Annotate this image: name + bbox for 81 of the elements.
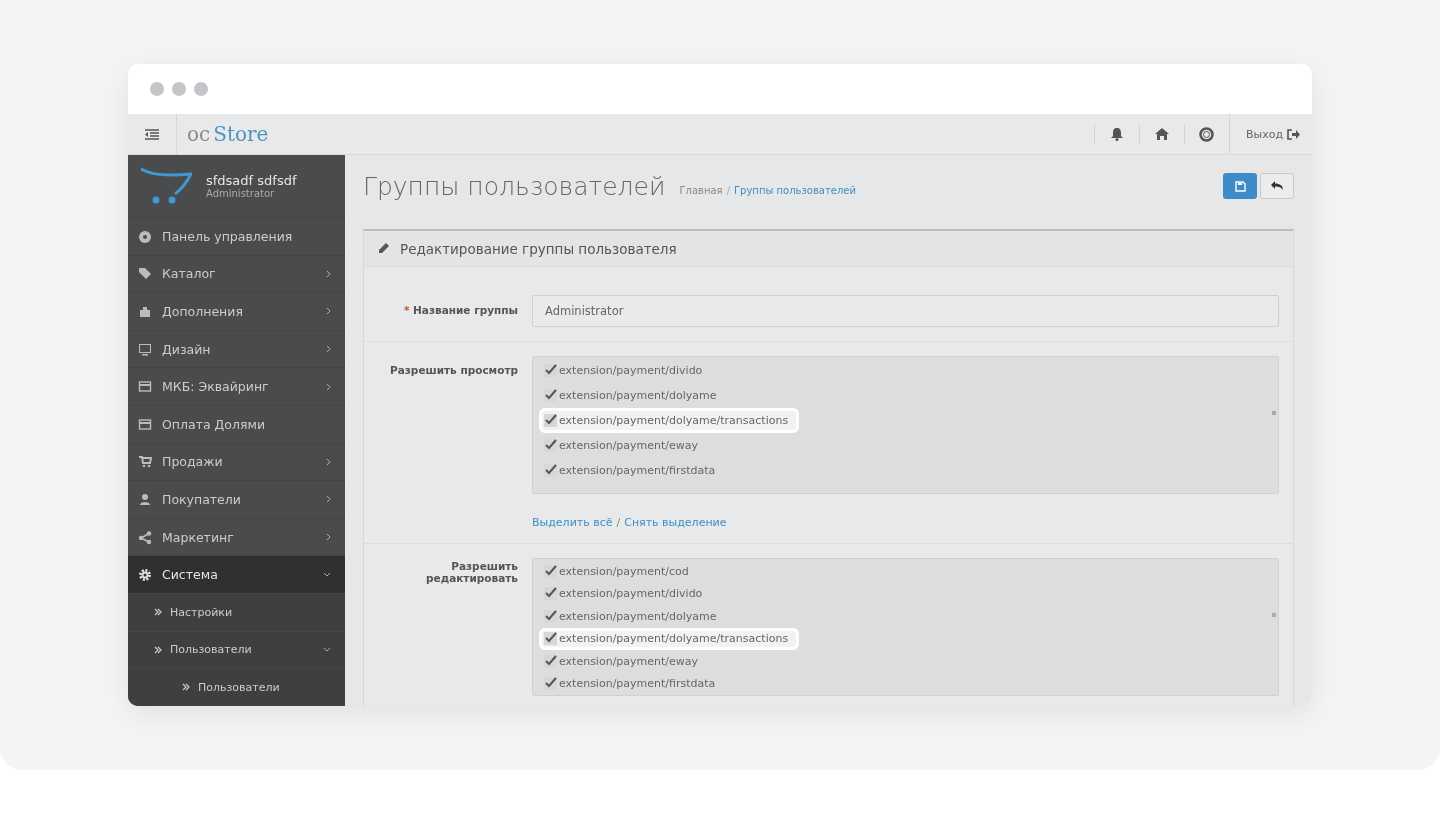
home-icon[interactable] — [1154, 128, 1169, 140]
field-label: Разрешить просмотр — [390, 364, 518, 376]
double-chevron-icon — [182, 683, 190, 692]
logout-link[interactable]: Выход — [1245, 127, 1283, 141]
window-control-dot[interactable] — [194, 82, 208, 96]
permission-option[interactable]: extension/payment/firstdata — [539, 672, 727, 695]
back-button[interactable] — [1260, 173, 1294, 199]
permission-option[interactable]: extension/payment/divido — [539, 358, 714, 383]
checkbox[interactable] — [544, 564, 557, 578]
chevron-down-icon — [323, 572, 331, 578]
chevron-right-icon — [326, 345, 331, 354]
credit-card-icon — [138, 379, 152, 395]
checkbox[interactable] — [544, 609, 557, 623]
permission-option[interactable]: extension/payment/firstdata — [539, 458, 727, 483]
cart-icon — [138, 454, 152, 470]
cart-logo-icon — [140, 167, 192, 205]
checkbox[interactable] — [544, 587, 557, 601]
sidebar-item[interactable]: Настройки — [128, 593, 345, 632]
select-link[interactable]: Выделить всё — [532, 516, 613, 529]
sidebar-item[interactable]: Система — [128, 556, 345, 594]
logo-text[interactable]: oc — [187, 122, 211, 146]
permission-option[interactable]: extension/payment/divido — [539, 582, 714, 605]
permission-option[interactable]: extension/payment/dolyame/transactions — [539, 408, 800, 433]
scrollbar-thumb[interactable] — [1272, 613, 1276, 617]
checkbox[interactable] — [544, 464, 557, 477]
checkbox[interactable] — [544, 677, 557, 691]
reply-arrow-icon — [1271, 181, 1283, 191]
settings-icon — [138, 567, 152, 583]
chevron-right-icon — [326, 457, 331, 466]
double-chevron-icon — [154, 608, 162, 617]
tags-icon — [138, 266, 152, 282]
permission-option[interactable]: extension/payment/eway — [539, 650, 710, 673]
sidebar-item[interactable]: Пользователи — [128, 669, 345, 706]
breadcrumb-link[interactable]: Главная — [679, 184, 723, 196]
credit-card-icon — [138, 416, 152, 432]
permission-option[interactable]: extension/payment/dolyame — [539, 605, 728, 628]
link-separator: / — [616, 516, 621, 529]
breadcrumb-link[interactable]: Группы пользователей — [734, 184, 856, 196]
chevron-right-icon — [326, 495, 331, 504]
checkbox[interactable] — [544, 654, 557, 668]
permission-option[interactable]: extension/payment/dolyame/transactions — [539, 627, 800, 650]
window-control-dot[interactable] — [172, 82, 186, 96]
puzzle-icon — [138, 304, 152, 319]
select-link[interactable]: Снять выделение — [624, 516, 727, 529]
checkbox[interactable] — [544, 439, 557, 452]
monitor-icon — [138, 341, 152, 357]
chevron-right-icon — [326, 533, 331, 542]
group-name-field[interactable]: Administrator — [532, 295, 1279, 327]
checkbox[interactable] — [544, 389, 557, 402]
chevron-right-icon — [326, 269, 331, 278]
checkbox[interactable] — [544, 632, 557, 646]
permission-option[interactable]: extension/payment/cod — [539, 560, 700, 583]
breadcrumb-separator: / — [726, 184, 730, 196]
field-label: * Название группы — [403, 304, 518, 316]
menu-icon[interactable] — [145, 128, 159, 140]
bell-icon[interactable] — [1110, 127, 1123, 141]
sign-out-icon[interactable] — [1287, 128, 1300, 140]
logo-text[interactable]: Store — [213, 122, 269, 146]
user-icon — [138, 491, 152, 507]
checkbox[interactable] — [544, 364, 557, 377]
sidebar-item[interactable]: Пользователи — [128, 631, 345, 670]
user-role: Administrator — [206, 188, 276, 199]
permission-list[interactable]: extension/payment/divido extension/payment/dolyame extension/payment/dolyame/transactions extension/payment/eway extension/payment/firstdata — [532, 356, 1279, 494]
user-name: sfdsadf sdfsdf — [206, 173, 297, 188]
window-control-dot[interactable] — [150, 82, 164, 96]
pencil-icon — [377, 242, 390, 255]
chevron-right-icon — [326, 307, 331, 316]
scrollbar-thumb[interactable] — [1272, 411, 1276, 415]
permission-option[interactable]: extension/payment/eway — [539, 433, 710, 458]
lifebuoy-icon[interactable] — [1199, 126, 1215, 142]
gauge-icon — [138, 228, 152, 244]
field-label: Разрешить редактировать — [426, 560, 518, 584]
share-icon — [138, 529, 152, 545]
chevron-down-icon — [323, 647, 331, 653]
permission-list[interactable]: extension/payment/cod extension/payment/divido extension/payment/dolyame extension/payment/dolyame/transactions extension/payment/eway extension/payment/firstdata — [532, 558, 1279, 696]
chevron-right-icon — [326, 382, 331, 391]
panel-title: Редактирование группы пользователя — [400, 240, 677, 257]
permission-option[interactable]: extension/payment/dolyame — [539, 383, 728, 408]
checkbox[interactable] — [544, 414, 557, 427]
page-title: Группы пользователей — [363, 171, 666, 201]
double-chevron-icon — [154, 645, 162, 654]
